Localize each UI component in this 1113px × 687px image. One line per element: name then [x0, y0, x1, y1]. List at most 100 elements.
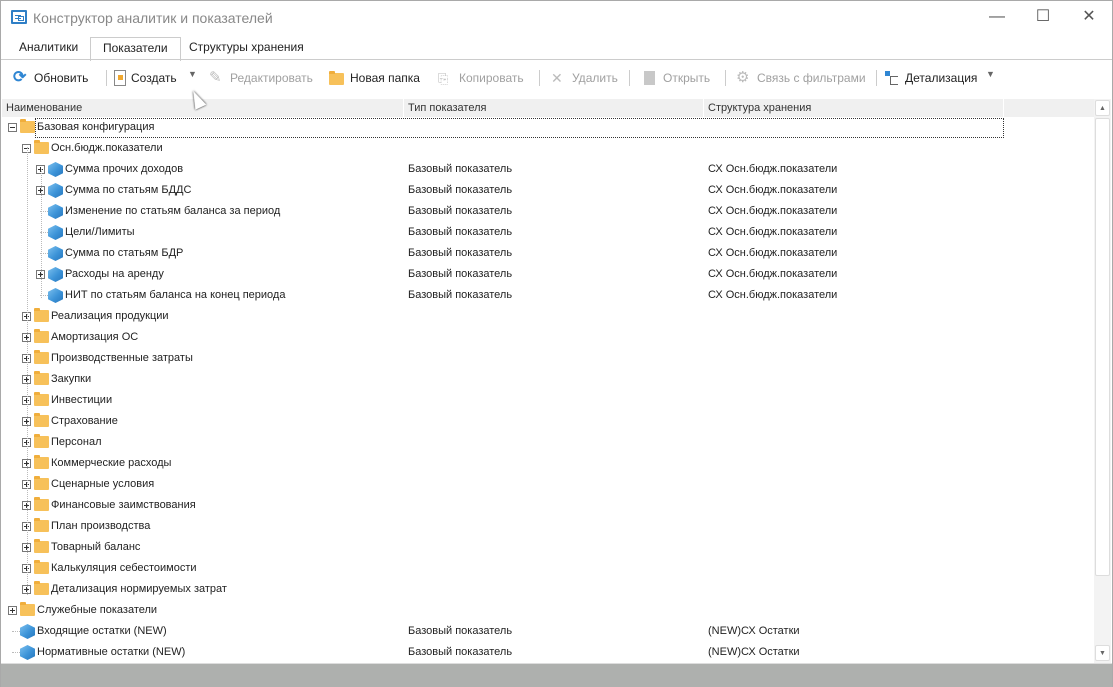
cell-type: Базовый показатель [408, 163, 513, 175]
cell-name: Финансовые заимствования [51, 499, 196, 511]
pencil-icon: ✎ [209, 69, 222, 86]
cell-name: Страхование [51, 415, 118, 427]
create-dropdown-arrow[interactable]: ▼ [188, 69, 197, 79]
cell-name: Входящие остатки (NEW) [37, 625, 167, 637]
status-bar [1, 663, 1112, 687]
new-folder-button[interactable]: Новая папка [329, 69, 420, 87]
cube-indicator-icon [48, 204, 63, 219]
cell-structure: СХ Осн.бюдж.показатели [708, 289, 838, 301]
cell-name: Закупки [51, 373, 92, 385]
folder-icon [34, 581, 49, 595]
tree-row[interactable]: Персонал [2, 432, 1094, 453]
cell-type: Базовый показатель [408, 268, 513, 280]
column-header-type[interactable]: Тип показателя [404, 99, 704, 117]
tree-row[interactable]: Входящие остатки (NEW) Базовый показатель… [2, 621, 1094, 642]
tree-row[interactable]: Служебные показатели [2, 600, 1094, 621]
folder-icon [34, 455, 49, 469]
cell-name: Инвестиции [51, 394, 113, 406]
minimize-button[interactable]: — [977, 5, 1017, 29]
cell-structure: СХ Осн.бюдж.показатели [708, 268, 838, 280]
detail-button[interactable]: Детализация [884, 69, 977, 87]
folder-icon [329, 70, 345, 86]
folder-icon [34, 434, 49, 448]
tree-row[interactable]: Товарный баланс [2, 537, 1094, 558]
vertical-scrollbar[interactable]: ▲ ▼ [1094, 99, 1111, 663]
cell-structure: (NEW)СХ Остатки [708, 646, 800, 658]
tree-row[interactable]: Сумма по статьям БДДС Базовый показатель С… [2, 180, 1094, 201]
tree-row[interactable]: Сумма по статьям БДР Базовый показатель СХ… [2, 243, 1094, 264]
maximize-button[interactable]: ☐ [1023, 5, 1063, 29]
tree-row[interactable]: Калькуляция себестоимости [2, 558, 1094, 579]
folder-icon [34, 518, 49, 532]
tree-row[interactable]: Сценарные условия [2, 474, 1094, 495]
cell-type: Базовый показатель [408, 646, 513, 658]
expand-icon[interactable] [8, 606, 17, 615]
tree-row[interactable]: Изменение по статьям баланса за период Ба… [2, 201, 1094, 222]
tab-indicators[interactable]: Показатели [90, 37, 181, 61]
cell-name: Калькуляция себестоимости [51, 562, 197, 574]
cube-indicator-icon [20, 624, 35, 639]
edit-button[interactable]: ✎ Редактировать [209, 69, 313, 87]
tree-row[interactable]: Расходы на аренду Базовый показатель СХ Ос… [2, 264, 1094, 285]
collapse-icon[interactable] [8, 123, 17, 132]
cube-indicator-icon [48, 288, 63, 303]
tree-row[interactable]: Детализация нормируемых затрат [2, 579, 1094, 600]
create-button[interactable]: Создать [114, 69, 177, 87]
cell-structure: СХ Осн.бюдж.показатели [708, 163, 838, 175]
folder-icon [34, 392, 49, 406]
tree-row[interactable]: План производства [2, 516, 1094, 537]
cell-structure: СХ Осн.бюдж.показатели [708, 205, 838, 217]
detail-dropdown-arrow[interactable]: ▼ [986, 69, 995, 79]
cube-indicator-icon [48, 267, 63, 282]
filters-link-button[interactable]: ⚙ Связь с фильтрами [736, 69, 866, 87]
copy-icon: ⎘ [438, 71, 449, 86]
folder-icon [34, 371, 49, 385]
tree-row[interactable]: Инвестиции [2, 390, 1094, 411]
folder-icon [20, 119, 35, 133]
cell-structure: (NEW)СХ Остатки [708, 625, 800, 637]
delete-button[interactable]: ✕ Удалить [551, 69, 618, 87]
tree-row[interactable]: Финансовые заимствования [2, 495, 1094, 516]
tree-row[interactable]: НИТ по статьям баланса на конец периода Б… [2, 285, 1094, 306]
copy-button[interactable]: ⎘ Копировать [438, 69, 524, 87]
refresh-icon: ⟳ [13, 69, 27, 86]
tree-row[interactable]: Коммерческие расходы [2, 453, 1094, 474]
cell-structure: СХ Осн.бюдж.показатели [708, 184, 838, 196]
tree-row[interactable]: Производственные затраты [2, 348, 1094, 369]
tab-bar: Аналитики Показатели Структуры хранения [1, 37, 1112, 61]
tree-row[interactable]: Нормативные остатки (NEW) Базовый показат… [2, 642, 1094, 663]
cube-indicator-icon [20, 645, 35, 660]
tab-storage-structures[interactable]: Структуры хранения [177, 37, 316, 60]
tree-row[interactable]: Страхование [2, 411, 1094, 432]
delete-label: Удалить [572, 71, 618, 85]
column-header-structure[interactable]: Структура хранения [704, 99, 1004, 117]
open-label: Открыть [663, 71, 711, 85]
tree-row[interactable]: Осн.бюдж.показатели [2, 138, 1094, 159]
cell-type: Базовый показатель [408, 289, 513, 301]
cell-structure: СХ Осн.бюдж.показатели [708, 226, 838, 238]
tree-row[interactable]: Цели/Лимиты Базовый показатель СХ Осн.бюдж… [2, 222, 1094, 243]
cell-name: Цели/Лимиты [65, 226, 135, 238]
cell-name: Сценарные условия [51, 478, 155, 490]
tree-row[interactable]: Закупки [2, 369, 1094, 390]
cell-structure: СХ Осн.бюдж.показатели [708, 247, 838, 259]
tree-row[interactable]: Сумма прочих доходов Базовый показатель СХ… [2, 159, 1094, 180]
cube-indicator-icon [48, 162, 63, 177]
scroll-down-button[interactable]: ▼ [1095, 645, 1110, 661]
cube-indicator-icon [48, 246, 63, 261]
tree-row[interactable]: Реализация продукции [2, 306, 1094, 327]
scroll-thumb[interactable] [1095, 118, 1110, 576]
separator [539, 70, 540, 86]
grid-header: Наименование Тип показателя Структура хр… [2, 99, 1094, 117]
scroll-up-button[interactable]: ▲ [1095, 100, 1110, 116]
tree-row[interactable]: Амортизация ОС [2, 327, 1094, 348]
copy-label: Копировать [459, 71, 524, 85]
tree-guide-line [41, 169, 42, 298]
refresh-button[interactable]: ⟳ Обновить [13, 69, 88, 87]
tab-analytics[interactable]: Аналитики [7, 37, 90, 60]
create-label: Создать [131, 71, 177, 85]
close-button[interactable]: ✕ [1069, 5, 1109, 29]
open-button[interactable]: Открыть [642, 69, 710, 87]
folder-icon [34, 140, 49, 154]
cell-name: Сумма по статьям БДР [65, 247, 184, 259]
